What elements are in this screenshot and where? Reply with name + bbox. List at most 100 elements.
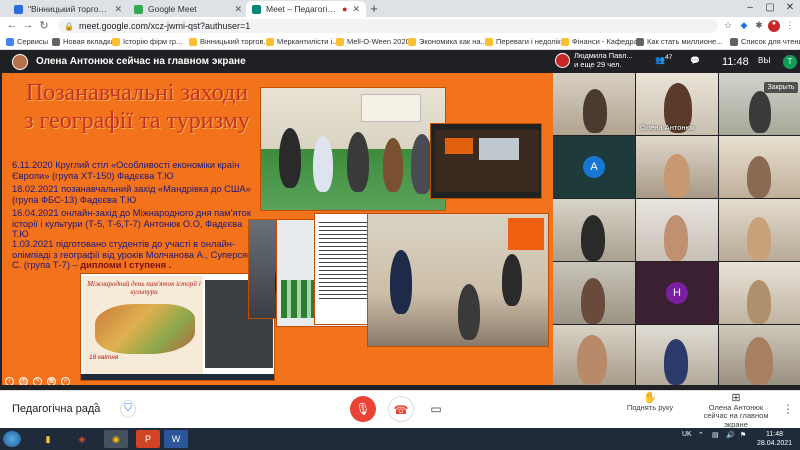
participants-button[interactable]: 👥47 xyxy=(655,54,672,65)
star-icon[interactable]: ☆ xyxy=(722,20,734,32)
more-options-icon[interactable]: ⋮ xyxy=(782,402,794,416)
bookmark-item[interactable]: Вінницький торгов... xyxy=(189,37,270,46)
participant-tile[interactable] xyxy=(636,199,718,261)
flag-icon[interactable]: ⚑ xyxy=(740,431,746,439)
browser-tab-3[interactable]: Meet – Педагогічна рада ● ✕ xyxy=(246,1,366,17)
chat-button[interactable]: 💬 xyxy=(690,56,700,65)
bookmark-item[interactable]: Переваги і недолік... xyxy=(485,37,567,46)
url-text: meet.google.com/xcz-jwmi-qst?authuser=1 xyxy=(78,21,251,31)
close-tab-icon[interactable]: ✕ xyxy=(352,4,360,15)
participant-tile[interactable] xyxy=(636,325,718,385)
folder-icon xyxy=(112,37,120,46)
new-tab-button[interactable]: + xyxy=(367,1,381,16)
slide-prev-icon[interactable]: ‹ xyxy=(5,377,14,385)
bookmark-item[interactable]: Фінанси - Кафедра... xyxy=(561,37,644,46)
powerpoint-icon[interactable]: P xyxy=(136,430,160,448)
map-date: 18 квітня xyxy=(89,354,119,361)
close-tab-icon[interactable]: ✕ xyxy=(114,4,122,15)
slide-pointer-icon[interactable]: • xyxy=(19,377,28,385)
explorer-icon[interactable]: ▮ xyxy=(36,430,60,448)
minimize-icon[interactable]: – xyxy=(743,2,757,13)
participant-tile[interactable]: A xyxy=(553,136,635,198)
bookmark-item[interactable]: Меркантилісти і... xyxy=(266,37,338,46)
bookmark-apps[interactable]: Сервисы xyxy=(6,37,48,46)
taskbar-clock[interactable]: 11:48 28.04.2021 xyxy=(757,430,792,448)
participant-tile-pinned[interactable]: Олена Антонюк xyxy=(636,73,718,135)
clock-time: 11:48 xyxy=(766,431,784,438)
folder-icon xyxy=(408,37,416,46)
bookmark-label: Mell-O-Ween 2020 xyxy=(347,37,410,46)
chevron-up-icon[interactable]: ⌃ xyxy=(92,402,100,413)
slide-line: 18.02.2021 позанавчальний захід «Мандрів… xyxy=(12,184,257,205)
volume-icon[interactable]: 🔊 xyxy=(726,431,735,439)
network-icon[interactable]: ▤ xyxy=(712,431,719,439)
participant-tile[interactable] xyxy=(553,73,635,135)
slide-photo-students xyxy=(367,213,549,347)
participant-tile[interactable] xyxy=(719,325,800,385)
slide-photo-screen xyxy=(430,123,542,199)
meeting-name[interactable]: Педагогічна рада xyxy=(12,403,100,415)
slide-title: Позанавчальні заходи з географії та тури… xyxy=(24,80,250,134)
participant-tile[interactable] xyxy=(719,136,800,198)
mic-off-button[interactable]: 🎙 xyxy=(350,396,376,422)
slide-zoom-icon[interactable]: ⌕ xyxy=(61,377,70,385)
shield-icon[interactable]: ⛉ xyxy=(120,400,136,418)
slide-grid-icon[interactable]: ▦ xyxy=(47,377,56,385)
chrome-icon[interactable]: ◉ xyxy=(104,430,128,448)
slide-line-text: 6.11.2020 Круглий стіл «Особливості екон… xyxy=(12,160,240,181)
slide-line: 16.04.2021 онлайн-захід до Міжнародного … xyxy=(12,208,257,240)
bookmark-item[interactable]: Mell-O-Ween 2020 xyxy=(336,37,410,46)
self-avatar[interactable]: T xyxy=(783,55,797,69)
raise-hand-button[interactable]: ✋ Поднять руку xyxy=(620,393,680,412)
profile-avatar[interactable]: ● xyxy=(768,20,780,32)
participant-tile[interactable] xyxy=(636,136,718,198)
meeting-dots-icon[interactable]: ВЫ xyxy=(758,56,770,65)
bookmark-item[interactable]: Экономика как на... xyxy=(408,37,487,46)
bookmark-item[interactable]: Історію фірм гр... xyxy=(112,37,182,46)
participant-tile[interactable] xyxy=(553,199,635,261)
close-overlay-button[interactable]: Закрыть xyxy=(764,82,798,93)
page-icon xyxy=(636,37,644,46)
reading-list-label: Список для чтения xyxy=(741,37,800,46)
app-icon[interactable]: ◈ xyxy=(70,430,94,448)
reload-icon[interactable]: ↻ xyxy=(38,19,50,32)
presenting-button[interactable]: ⊞ Олена Антонюк сейчас на главном экране xyxy=(696,393,776,429)
close-window-icon[interactable]: ✕ xyxy=(783,2,797,13)
bookmark-item[interactable]: Как стать миллионе... xyxy=(636,37,722,46)
chrome-menu-icon[interactable]: ⋮ xyxy=(784,20,796,32)
presenting-label: Олена Антонюк сейчас на главном экране xyxy=(703,402,769,429)
browser-tab-2[interactable]: Google Meet ✕ xyxy=(128,1,248,17)
slide-pen-icon[interactable]: ✎ xyxy=(33,377,42,385)
participant-avatar-letter: A xyxy=(583,156,605,178)
end-call-button[interactable]: ☎ xyxy=(388,396,414,422)
back-icon[interactable]: ← xyxy=(6,19,18,31)
tray-arrow-icon[interactable]: ⌃ xyxy=(698,431,704,439)
maximize-icon[interactable]: ▢ xyxy=(763,2,777,13)
extensions-icon[interactable]: ✱ xyxy=(753,20,765,32)
start-button[interactable] xyxy=(3,431,21,447)
recording-icon: ● xyxy=(342,4,348,14)
extension-icon[interactable]: ◆ xyxy=(738,20,750,32)
bookmarks-bar: Сервисы Новая вкладка Історію фірм гр...… xyxy=(0,35,800,50)
bookmark-item[interactable]: Новая вкладка xyxy=(52,37,115,46)
bookmark-label: Вінницький торгов... xyxy=(200,37,270,46)
participant-tile[interactable] xyxy=(553,325,635,385)
participant-tile[interactable] xyxy=(553,262,635,324)
participant-tile[interactable]: H xyxy=(636,262,718,324)
slide-photo-map: Міжнародний день пам'яток історії і куль… xyxy=(80,273,275,381)
address-bar[interactable]: 🔒 meet.google.com/xcz-jwmi-qst?authuser=… xyxy=(58,19,718,33)
presenter-banner: Олена Антонюк сейчас на главном экране xyxy=(0,50,552,73)
close-tab-icon[interactable]: ✕ xyxy=(234,4,242,15)
meet-icon xyxy=(134,4,143,14)
language-indicator[interactable]: UK xyxy=(682,431,692,438)
camera-button[interactable]: ▭ xyxy=(423,396,449,422)
word-icon[interactable]: W xyxy=(164,430,188,448)
browser-tab-1[interactable]: "Вінницький торговельно-екон... ✕ xyxy=(8,1,128,17)
bookmark-label: Переваги і недолік... xyxy=(496,37,567,46)
participant-tile[interactable] xyxy=(719,199,800,261)
participant-tile[interactable] xyxy=(719,262,800,324)
presenter-avatar xyxy=(12,53,28,70)
speaker-avatar xyxy=(555,53,570,68)
forward-icon[interactable]: → xyxy=(22,19,34,31)
reading-list[interactable]: Список для чтения xyxy=(730,37,800,46)
